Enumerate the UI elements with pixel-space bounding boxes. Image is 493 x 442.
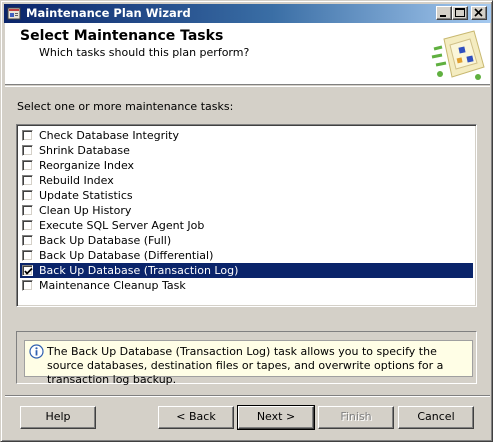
task-label: Update Statistics — [39, 189, 133, 202]
footer-divider — [5, 395, 490, 397]
task-checkbox[interactable] — [22, 145, 33, 156]
task-list-item[interactable]: Check Database Integrity — [20, 128, 473, 143]
minimize-button[interactable] — [436, 6, 452, 20]
task-list-item[interactable]: Shrink Database — [20, 143, 473, 158]
task-checkbox[interactable] — [22, 280, 33, 291]
cancel-button[interactable]: Cancel — [398, 406, 474, 429]
task-label: Clean Up History — [39, 204, 132, 217]
task-list-item[interactable]: Rebuild Index — [20, 173, 473, 188]
info-icon — [29, 344, 44, 359]
window-title: Maintenance Plan Wizard — [26, 6, 191, 20]
task-checkbox[interactable] — [22, 160, 33, 171]
wizard-window: Maintenance Plan Wizard Select Maintenan… — [0, 0, 493, 442]
task-list-item[interactable]: Execute SQL Server Agent Job — [20, 218, 473, 233]
task-list-label: Select one or more maintenance tasks: — [17, 100, 234, 113]
title-bar[interactable]: Maintenance Plan Wizard — [4, 4, 491, 23]
minimize-icon — [440, 15, 446, 17]
task-label: Back Up Database (Transaction Log) — [39, 264, 239, 277]
task-checkbox[interactable] — [22, 205, 33, 216]
next-button[interactable]: Next > — [237, 405, 315, 430]
help-button[interactable]: Help — [20, 406, 96, 429]
task-checkbox[interactable] — [22, 130, 33, 141]
back-button-label: < Back — [176, 410, 216, 423]
task-list-item[interactable]: Back Up Database (Full) — [20, 233, 473, 248]
checkmark-icon — [24, 267, 33, 275]
task-list-item[interactable]: Clean Up History — [20, 203, 473, 218]
cancel-button-label: Cancel — [417, 410, 455, 423]
header-divider — [5, 86, 490, 87]
maximize-icon — [455, 8, 465, 17]
task-list-item[interactable]: Back Up Database (Differential) — [20, 248, 473, 263]
close-button[interactable] — [471, 6, 487, 20]
task-checkbox[interactable] — [22, 235, 33, 246]
task-list-item[interactable]: Reorganize Index — [20, 158, 473, 173]
task-checkbox[interactable] — [22, 220, 33, 231]
description-panel: The Back Up Database (Transaction Log) t… — [24, 340, 473, 386]
finish-button-label: Finish — [340, 410, 372, 423]
finish-button: Finish — [318, 406, 394, 429]
task-list-item[interactable]: Maintenance Cleanup Task — [20, 278, 473, 293]
description-text: The Back Up Database (Transaction Log) t… — [47, 345, 444, 386]
task-checkbox[interactable] — [22, 175, 33, 186]
help-button-label: Help — [45, 410, 71, 423]
task-list-item[interactable]: Update Statistics — [20, 188, 473, 203]
app-icon — [7, 7, 21, 20]
task-label: Rebuild Index — [39, 174, 114, 187]
task-checkbox[interactable] — [22, 190, 33, 201]
task-label: Maintenance Cleanup Task — [39, 279, 186, 292]
task-checklist[interactable]: Check Database Integrity Shrink Database R… — [16, 124, 477, 307]
task-label: Execute SQL Server Agent Job — [39, 219, 205, 232]
next-button-label: Next > — [256, 410, 296, 423]
task-checkbox[interactable] — [22, 250, 33, 261]
close-icon — [474, 8, 483, 17]
wizard-header: Select Maintenance Tasks Which tasks sho… — [5, 23, 490, 85]
page-title: Select Maintenance Tasks — [20, 28, 224, 44]
wizard-illustration-icon — [431, 30, 485, 80]
task-checkbox[interactable] — [22, 265, 33, 276]
task-label: Reorganize Index — [39, 159, 135, 172]
task-label: Back Up Database (Full) — [39, 234, 172, 247]
description-frame: The Back Up Database (Transaction Log) t… — [16, 331, 477, 386]
task-label: Check Database Integrity — [39, 129, 179, 142]
task-label: Shrink Database — [39, 144, 130, 157]
task-list-item[interactable]: Back Up Database (Transaction Log) — [20, 263, 473, 278]
task-label: Back Up Database (Differential) — [39, 249, 214, 262]
maximize-button[interactable] — [452, 6, 468, 20]
page-subtitle: Which tasks should this plan perform? — [39, 46, 250, 59]
back-button[interactable]: < Back — [158, 406, 234, 429]
